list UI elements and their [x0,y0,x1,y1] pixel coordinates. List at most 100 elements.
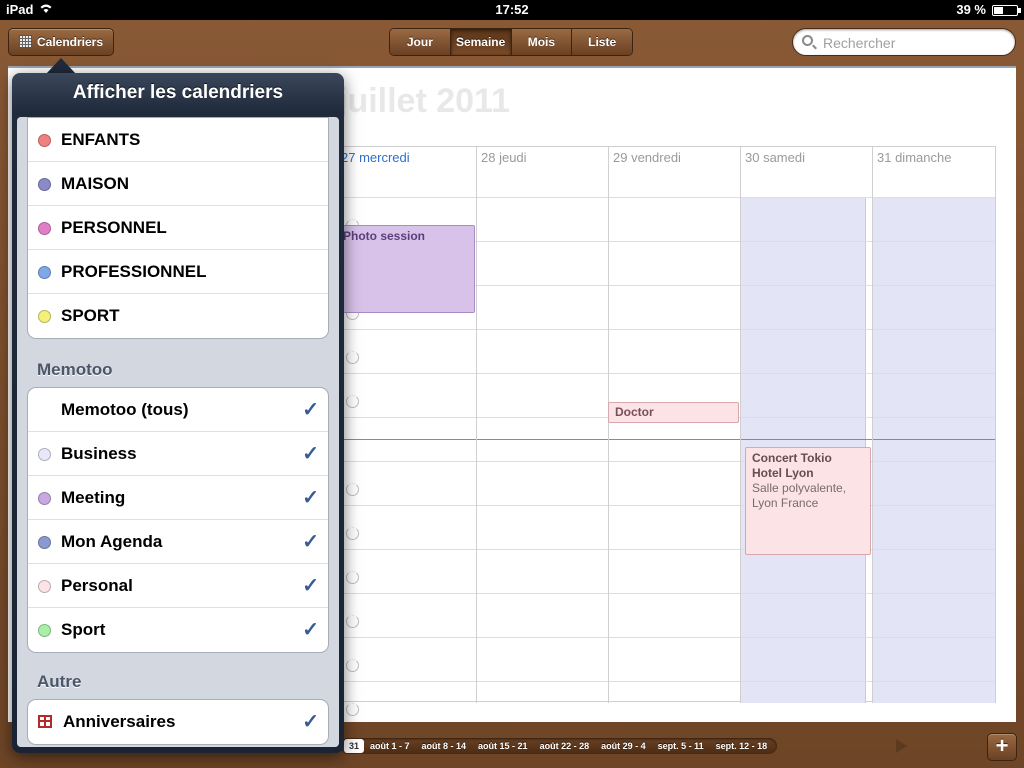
calendar-color-dot [38,266,51,279]
week-timeline: 31 août 1 - 7 août 8 - 14 août 15 - 21 a… [340,738,778,754]
search-icon [802,35,813,46]
calendar-row-personnel[interactable]: PERSONNEL [28,206,328,250]
timeline-week[interactable]: août 1 - 7 [364,738,416,754]
hour-gridline [346,527,359,540]
calendar-label: PROFESSIONNEL [61,262,207,281]
view-switcher: Jour Semaine Mois Liste [389,28,633,56]
calendar-color-dot [38,222,51,235]
calendar-row-anniversaires[interactable]: Anniversaires ✓ [28,700,328,744]
calendar-color-dot [38,536,51,549]
calendar-label: Sport [61,620,106,639]
calendars-popover: Afficher les calendriers ENFANTS MAISON … [12,73,344,753]
day-column[interactable]: 30 samedi [740,147,805,703]
day-column[interactable]: 28 jeudi [476,147,527,703]
checkmark-icon: ✓ [302,619,319,641]
calendar-row-enfants[interactable]: ENFANTS [28,118,328,162]
event-concert[interactable]: Concert Tokio Hotel Lyon Salle polyvalen… [745,447,871,555]
local-calendars-group: ENFANTS MAISON PERSONNEL PROFESSIONNEL S… [27,117,329,339]
calendar-color-dot [38,448,51,461]
event-location: Salle polyvalente, Lyon France [752,481,847,510]
hour-gridline [346,571,359,584]
event-photo-session[interactable]: Photo session [336,225,475,313]
calendar-color-dot [38,178,51,191]
view-tab-list[interactable]: Liste [572,29,632,55]
event-title: Doctor [615,405,654,419]
calendar-row-mon-agenda[interactable]: Mon Agenda ✓ [28,520,328,564]
checkmark-icon: ✓ [302,443,319,465]
calendar-label: ENFANTS [61,130,141,149]
gift-icon [38,715,52,728]
day-column[interactable]: 29 vendredi [608,147,681,703]
calendar-label: Memotoo (tous) [61,400,189,419]
section-header-autre: Autre [37,672,82,691]
timeline-week[interactable]: août 29 - 4 [595,738,652,754]
checkmark-icon: ✓ [302,711,319,733]
day-header: 31 dimanche [877,150,952,165]
status-time: 17:52 [495,2,529,17]
hour-gridline [346,483,359,496]
calendar-label: Business [61,444,137,463]
other-calendars-group: Anniversaires ✓ [27,699,329,745]
month-title: juillet 2011 [338,82,510,120]
calendar-row-sport[interactable]: SPORT [28,294,328,338]
week-grid: 27 mercredi 28 jeudi 29 vendredi 30 same… [336,146,996,716]
battery-fill [994,7,1003,14]
timeline-week[interactable]: août 15 - 21 [472,738,534,754]
hour-gridline [346,395,359,408]
hour-gridline [346,703,359,716]
checkmark-icon: ✓ [302,575,319,597]
hour-gridline [346,659,359,672]
day-header: 28 jeudi [481,150,527,165]
day-column[interactable]: 31 dimanche [872,147,996,703]
section-header-memotoo: Memotoo [37,360,113,379]
day-header: 30 samedi [745,150,805,165]
calendar-row-business[interactable]: Business ✓ [28,432,328,476]
view-tab-day[interactable]: Jour [390,29,451,55]
view-tab-week[interactable]: Semaine [450,29,512,55]
event-title: Photo session [343,229,426,243]
calendar-row-professionnel[interactable]: PROFESSIONNEL [28,250,328,294]
calendars-button[interactable]: Calendriers [8,28,114,56]
view-tab-month[interactable]: Mois [511,29,573,55]
calendar-label: SPORT [61,306,120,325]
calendar-row-maison[interactable]: MAISON [28,162,328,206]
hour-gridline [346,351,359,364]
add-event-button[interactable]: + [987,733,1017,761]
checkmark-icon: ✓ [302,531,319,553]
calendar-label: Personal [61,576,133,595]
calendar-color-dot [38,492,51,505]
calendar-row-meeting[interactable]: Meeting ✓ [28,476,328,520]
calendar-label: PERSONNEL [61,218,167,237]
calendar-row-sport-memotoo[interactable]: Sport ✓ [28,608,328,652]
calendar-label: Anniversaires [63,712,176,731]
search-box [792,28,1016,56]
event-title: Concert Tokio Hotel Lyon [752,451,832,480]
checkmark-icon: ✓ [302,399,319,421]
calendar-label: MAISON [61,174,129,193]
timeline-current-week[interactable]: 31 [344,739,365,753]
day-header: 27 mercredi [341,150,410,165]
calendar-color-dot [38,310,51,323]
calendar-color-dot [38,624,51,637]
timeline-week[interactable]: août 8 - 14 [416,738,473,754]
search-input[interactable] [823,33,1008,52]
popover-arrow [46,58,76,74]
calendar-label: Meeting [61,488,126,507]
calendar-row-memotoo-all[interactable]: Memotoo (tous) ✓ [28,388,328,432]
hour-gridline [346,615,359,628]
next-arrow-icon[interactable] [896,739,907,753]
calendar-color-dot [38,134,51,147]
battery-text: 39 % [956,2,986,17]
calendars-button-label: Calendriers [36,35,104,49]
checkmark-icon: ✓ [302,487,319,509]
timeline-week[interactable]: sept. 12 - 18 [710,738,774,754]
timeline-week[interactable]: sept. 5 - 11 [652,738,710,754]
day-header: 29 vendredi [613,150,681,165]
calendar-row-personal[interactable]: Personal ✓ [28,564,328,608]
calendar-label: Mon Agenda [61,532,163,551]
memotoo-calendars-group: Memotoo (tous) ✓ Business ✓ Meeting ✓ Mon A… [27,387,329,653]
calendar-grid-icon [18,35,32,48]
timeline-week[interactable]: août 22 - 28 [534,738,596,754]
popover-content: ENFANTS MAISON PERSONNEL PROFESSIONNEL S… [17,117,339,747]
event-doctor[interactable]: Doctor [608,402,739,423]
